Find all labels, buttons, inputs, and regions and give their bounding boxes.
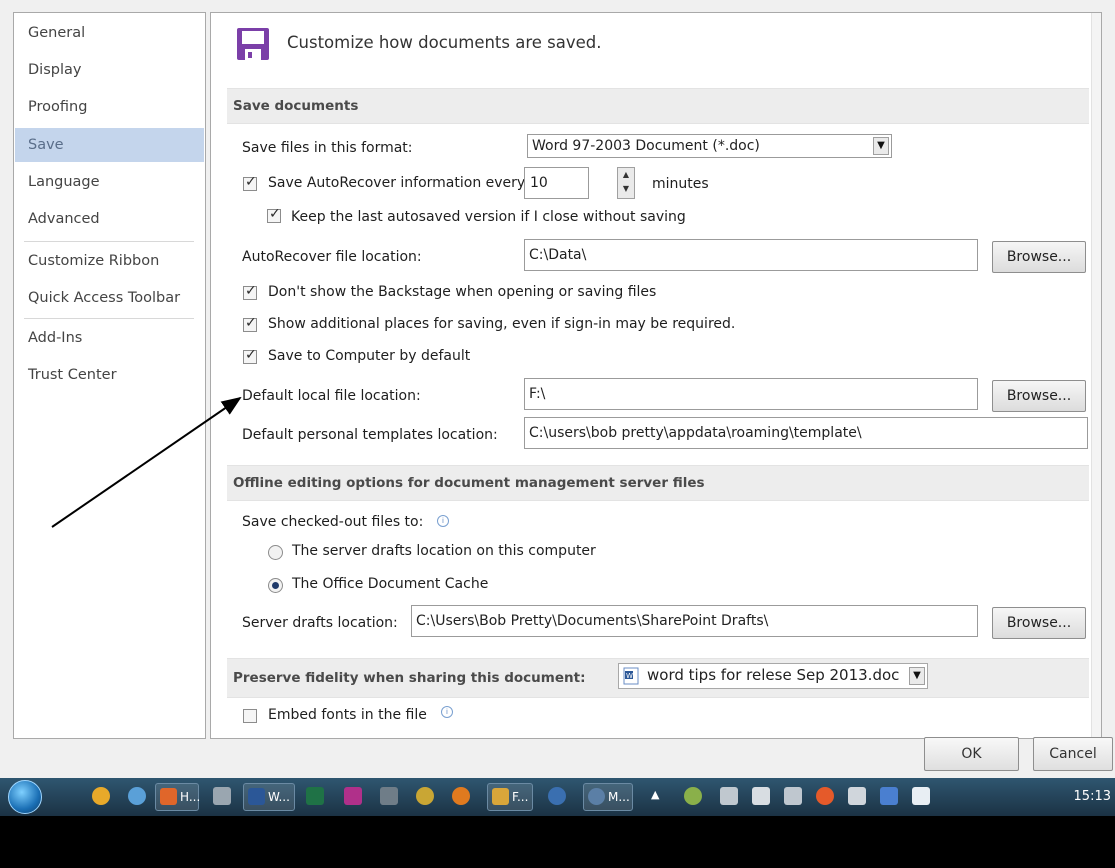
firefox-icon	[160, 788, 177, 805]
ok-button[interactable]: OK	[924, 737, 1019, 771]
app-icon[interactable]	[128, 787, 146, 805]
annotation-arrow	[51, 396, 242, 528]
tray-icon[interactable]	[784, 787, 802, 805]
network-icon[interactable]	[752, 787, 770, 805]
excel-icon[interactable]	[306, 787, 324, 805]
app-icon[interactable]	[416, 787, 434, 805]
app-icon[interactable]	[213, 787, 231, 805]
tray-expand-icon[interactable]: ▲	[651, 788, 659, 801]
screen-border	[0, 816, 1115, 868]
tray-icon[interactable]	[684, 787, 702, 805]
app-icon	[588, 788, 605, 805]
taskbar-button-label: M...	[608, 790, 630, 804]
taskbar-button-label: W...	[268, 790, 290, 804]
taskbar-button-label: H...	[180, 790, 201, 804]
folder-icon	[492, 788, 509, 805]
app-icon[interactable]	[380, 787, 398, 805]
tray-icon[interactable]	[720, 787, 738, 805]
app-icon[interactable]	[344, 787, 362, 805]
taskbar-button-word[interactable]: W...	[243, 783, 295, 811]
taskbar-button-h[interactable]: H...	[155, 783, 201, 811]
word-options-dialog: General Display Proofing Save Language A…	[0, 0, 1115, 778]
tray-icon[interactable]	[880, 787, 898, 805]
volume-icon[interactable]	[848, 787, 866, 805]
start-button[interactable]	[8, 780, 42, 814]
app-icon[interactable]	[548, 787, 566, 805]
app-icon[interactable]	[92, 787, 110, 805]
app-icon[interactable]	[452, 787, 470, 805]
word-icon	[248, 788, 265, 805]
windows-taskbar: H... W... F... M... ▲ 15:13	[0, 778, 1115, 816]
taskbar-button-f[interactable]: F...	[487, 783, 533, 811]
cancel-button[interactable]: Cancel	[1033, 737, 1113, 771]
taskbar-button-m[interactable]: M...	[583, 783, 633, 811]
flag-icon[interactable]	[912, 787, 930, 805]
tray-icon[interactable]	[816, 787, 834, 805]
taskbar-button-label: F...	[512, 790, 529, 804]
taskbar-clock[interactable]: 15:13	[1074, 789, 1111, 804]
